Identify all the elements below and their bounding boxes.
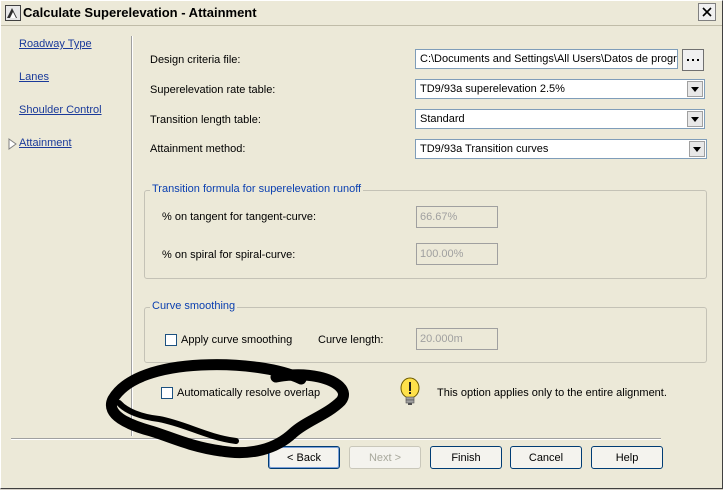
browse-button[interactable] (682, 49, 704, 71)
chevron-down-icon[interactable] (689, 141, 705, 157)
apply-curve-smoothing-label: Apply curve smoothing (181, 334, 293, 346)
transition-formula-title: Transition formula for superelevation ru… (150, 183, 364, 195)
close-icon (702, 7, 712, 17)
transition-formula-group (144, 190, 707, 279)
next-button[interactable]: Next > (349, 446, 421, 469)
window-title: Calculate Superelevation - Attainment (23, 5, 257, 20)
design-criteria-label: Design criteria file: (150, 54, 241, 66)
rate-table-label: Superelevation rate table: (150, 84, 276, 96)
spiral-label: % on spiral for spiral-curve: (162, 249, 296, 261)
lightbulb-icon (400, 377, 420, 405)
footer-divider-highlight (11, 439, 661, 440)
app-icon (5, 5, 21, 21)
tangent-percent-field[interactable]: 66.67% (416, 206, 498, 228)
nav-item-attainment[interactable]: Attainment (19, 137, 72, 149)
transition-table-value: Standard (420, 113, 465, 125)
spiral-percent-field[interactable]: 100.00% (416, 243, 498, 265)
attainment-method-label: Attainment method: (150, 143, 246, 155)
transition-table-label: Transition length table: (150, 114, 261, 126)
nav-item-shoulder-control[interactable]: Shoulder Control (19, 104, 102, 116)
attainment-method-dropdown[interactable]: TD9/93a Transition curves (415, 139, 707, 159)
cancel-button[interactable]: Cancel (510, 446, 582, 469)
curve-length-field[interactable]: 20.000m (416, 328, 498, 350)
apply-curve-smoothing-checkbox[interactable] (165, 334, 177, 346)
overlap-note: This option applies only to the entire a… (437, 387, 667, 399)
dialog-window: Calculate Superelevation - Attainment Ro… (0, 0, 723, 489)
rate-table-dropdown[interactable]: TD9/93a superelevation 2.5% (415, 79, 705, 99)
nav-divider-highlight (132, 36, 133, 436)
curve-length-label: Curve length: (318, 334, 384, 346)
design-criteria-field[interactable]: C:\Documents and Settings\All Users\Dato… (415, 49, 678, 69)
help-button[interactable]: Help (591, 446, 663, 469)
transition-table-dropdown[interactable]: Standard (415, 109, 705, 129)
nav-item-lanes[interactable]: Lanes (19, 71, 49, 83)
chevron-down-icon[interactable] (687, 111, 703, 127)
finish-button[interactable]: Finish (430, 446, 502, 469)
curve-smoothing-title: Curve smoothing (150, 300, 238, 312)
attainment-method-value: TD9/93a Transition curves (420, 143, 549, 155)
ellipsis-icon (687, 59, 699, 61)
title-bar[interactable]: Calculate Superelevation - Attainment (1, 1, 722, 26)
nav-item-roadway-type[interactable]: Roadway Type (19, 38, 92, 50)
rate-table-value: TD9/93a superelevation 2.5% (420, 83, 565, 95)
resolve-overlap-checkbox[interactable] (161, 387, 173, 399)
current-step-arrow-icon (8, 138, 17, 150)
tangent-label: % on tangent for tangent-curve: (162, 211, 317, 223)
chevron-down-icon[interactable] (687, 81, 703, 97)
resolve-overlap-label: Automatically resolve overlap (177, 387, 321, 399)
close-button[interactable] (698, 3, 716, 21)
back-button[interactable]: < Back (268, 446, 340, 469)
